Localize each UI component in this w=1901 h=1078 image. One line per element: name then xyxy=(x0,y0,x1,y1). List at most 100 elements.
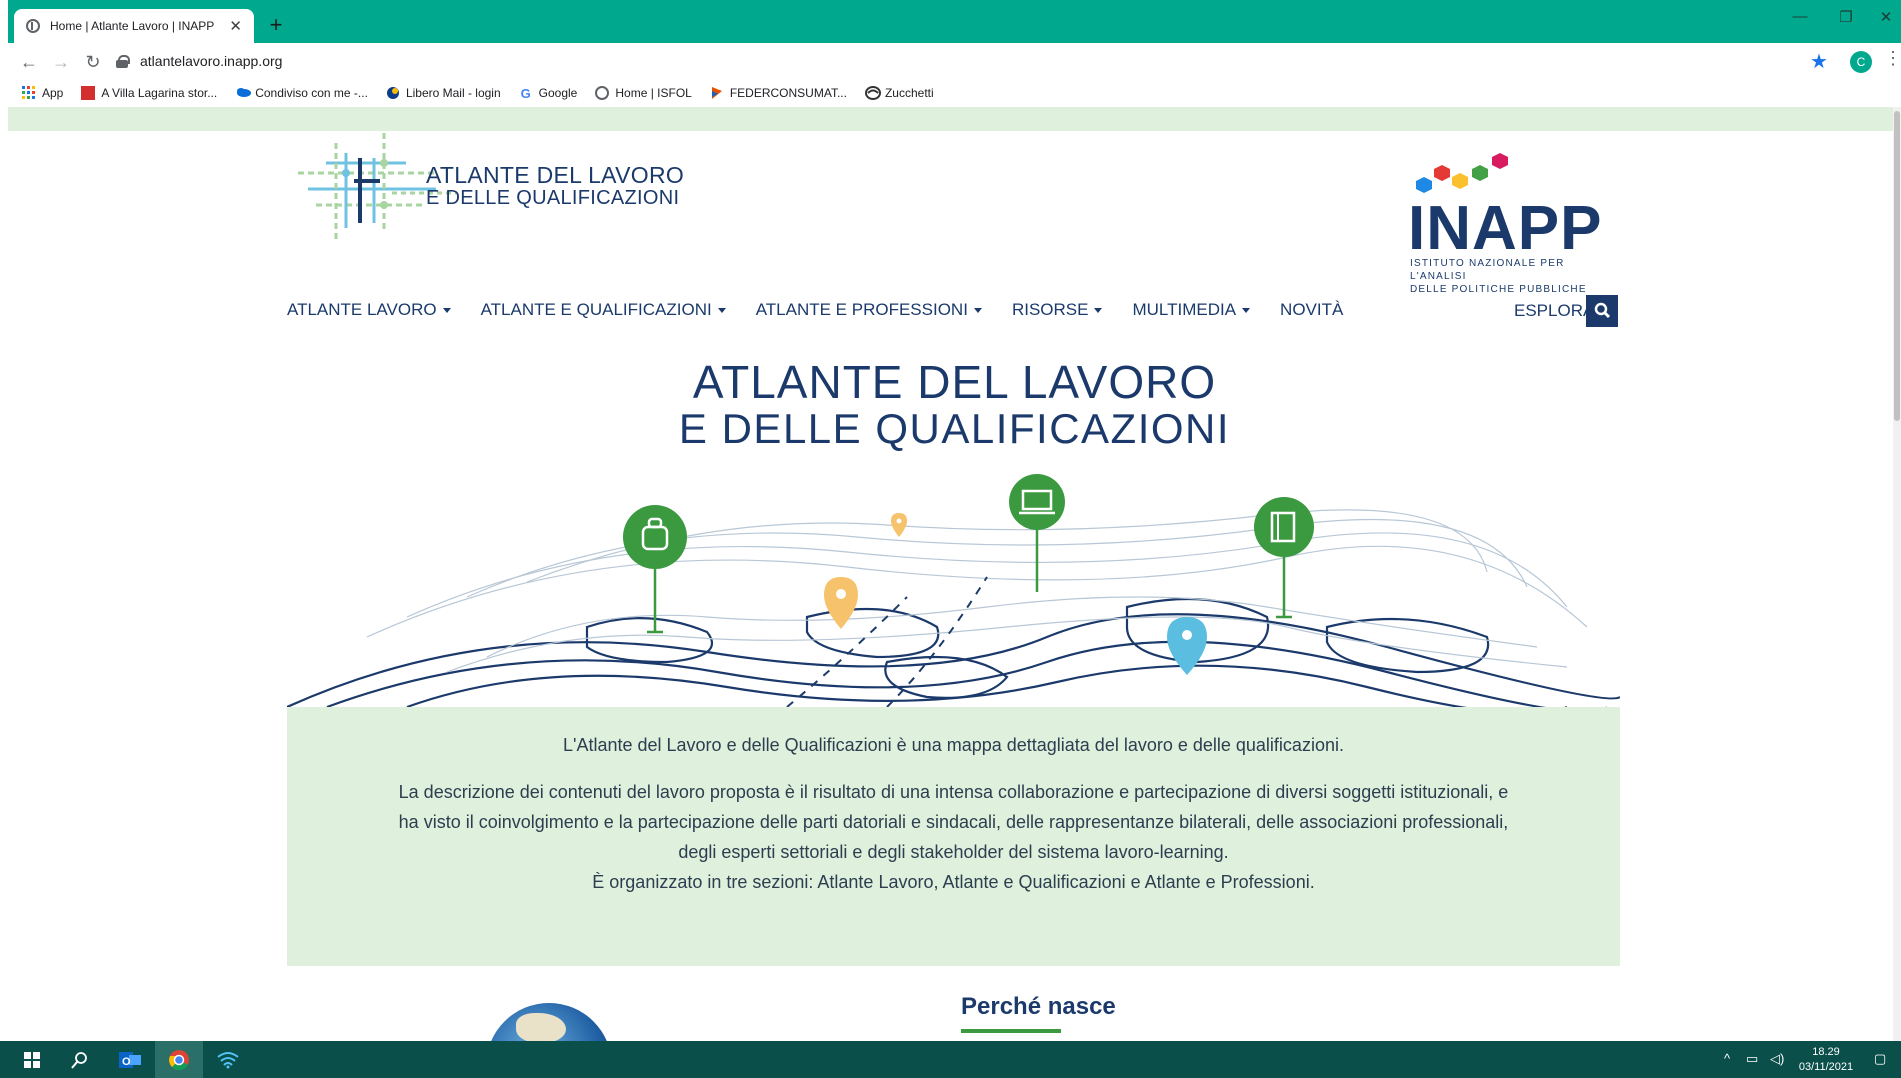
browser-toolbar: ← → ↻ atlantelavoro.inapp.org ★ C ⋮ xyxy=(0,43,1901,79)
back-arrow-icon[interactable]: ← xyxy=(16,49,42,75)
nav-risorse[interactable]: RISORSE xyxy=(1012,300,1103,320)
scrollbar-thumb[interactable] xyxy=(1894,111,1900,421)
windows-logo-icon xyxy=(24,1051,40,1068)
reload-icon[interactable]: ↻ xyxy=(80,49,106,75)
intro-paragraph-2: La descrizione dei contenuti del lavoro … xyxy=(398,782,1509,862)
clock-date: 03/11/2021 xyxy=(1798,1061,1854,1073)
page-viewport: ATLANTE DEL LAVORO E DELLE QUALIFICAZION… xyxy=(8,107,1901,1041)
nav-atlante-professioni[interactable]: ATLANTE E PROFESSIONI xyxy=(756,300,982,320)
search-icon xyxy=(71,1051,87,1069)
bookmark-star-icon[interactable]: ★ xyxy=(1810,49,1828,74)
map-pin-book xyxy=(1254,497,1314,619)
apps-grid-icon xyxy=(22,86,36,100)
logo-title-line1: ATLANTE DEL LAVORO xyxy=(426,162,685,188)
bookmark-google[interactable]: G Google xyxy=(519,86,578,101)
nav-label: ATLANTE E PROFESSIONI xyxy=(755,300,968,319)
onedrive-cloud-icon xyxy=(235,86,252,100)
zucchetti-icon xyxy=(864,86,881,100)
nav-label: MULTIMEDIA xyxy=(1132,300,1237,319)
bookmark-label: App xyxy=(42,86,64,100)
window-close-icon[interactable]: ✕ xyxy=(1866,8,1901,26)
address-bar[interactable]: atlantelavoro.inapp.org xyxy=(116,47,1816,75)
network-icon[interactable]: ▭ xyxy=(1746,1051,1758,1067)
notifications-icon[interactable]: ▢ xyxy=(1874,1051,1886,1067)
wifi-icon xyxy=(217,1051,239,1068)
bookmark-label: FEDERCONSUMAT... xyxy=(729,86,847,100)
forward-arrow-icon[interactable]: → xyxy=(48,49,74,75)
libero-icon xyxy=(386,86,400,100)
nav-label: RISORSE xyxy=(1011,300,1089,319)
tabstrip-edge xyxy=(0,0,8,43)
taskbar-wifi[interactable] xyxy=(204,1041,252,1078)
search-icon xyxy=(1594,302,1611,319)
map-pin-orange xyxy=(824,577,858,629)
taskbar-clock[interactable]: 18.29 03/11/2021 xyxy=(1796,1045,1856,1075)
nav-label: NOVITÀ xyxy=(1280,300,1344,319)
bookmark-rai[interactable]: A Villa Lagarina stor... xyxy=(81,86,217,100)
menu-kebab-icon[interactable]: ⋮ xyxy=(1884,48,1901,69)
windows-taskbar: O ^ ▭ ◁) 18.29 03/11/2021 ▢ xyxy=(0,1041,1901,1078)
inapp-subtitle-line1: ISTITUTO NAZIONALE PER L'ANALISI xyxy=(1410,258,1565,282)
browser-tabstrip: Home | Atlante Lavoro | INAPP ✕ + — ❐ ✕ xyxy=(0,0,1901,43)
google-icon: G xyxy=(520,86,531,101)
url-text: atlantelavoro.inapp.org xyxy=(140,53,283,69)
main-navigation: ATLANTE LAVORO ATLANTE E QUALIFICAZIONI … xyxy=(287,300,1373,320)
bookmark-label: Home | ISFOL xyxy=(615,86,692,100)
rai-icon xyxy=(81,86,96,100)
tab-title: Home | Atlante Lavoro | INAPP xyxy=(50,19,215,33)
page-scrollbar[interactable] xyxy=(1893,107,1901,1041)
browser-tab-active[interactable]: Home | Atlante Lavoro | INAPP ✕ xyxy=(14,9,254,43)
taskbar-search-button[interactable] xyxy=(56,1041,104,1078)
federconsumatori-icon xyxy=(710,86,724,100)
logo-title-line2: E DELLE QUALIFICAZIONI xyxy=(426,187,680,209)
tab-close-icon[interactable]: ✕ xyxy=(229,17,242,35)
volume-icon[interactable]: ◁) xyxy=(1770,1051,1784,1067)
top-band xyxy=(8,107,1901,131)
hero-title-line2: E DELLE QUALIFICAZIONI xyxy=(678,405,1231,452)
intro-panel: L'Atlante del Lavoro e delle Qualificazi… xyxy=(287,707,1620,966)
bookmark-libero[interactable]: Libero Mail - login xyxy=(386,86,501,100)
nav-label: ATLANTE LAVORO xyxy=(287,300,437,319)
svg-text:O: O xyxy=(122,1056,131,1068)
search-button[interactable] xyxy=(1586,295,1618,327)
caret-down-icon xyxy=(717,308,726,314)
map-pin-backpack xyxy=(623,505,687,634)
outlook-icon: O xyxy=(119,1051,141,1068)
nav-multimedia[interactable]: MULTIMEDIA xyxy=(1132,300,1251,320)
bookmark-label: Zucchetti xyxy=(884,86,934,100)
bookmark-label: Condiviso con me -... xyxy=(255,86,368,100)
tray-chevron-up-icon[interactable]: ^ xyxy=(1724,1051,1730,1066)
bookmark-zucchetti[interactable]: Zucchetti xyxy=(864,86,934,100)
taskbar-outlook[interactable]: O xyxy=(106,1041,154,1078)
caret-down-icon xyxy=(1242,308,1251,314)
esplora-label[interactable]: ESPLORA xyxy=(1514,301,1594,321)
map-pin-orange-small xyxy=(891,513,907,537)
map-pin-laptop xyxy=(1009,474,1065,592)
globe-icon xyxy=(26,19,40,33)
intro-paragraph-3: È organizzato in tre sezioni: Atlante La… xyxy=(592,872,1315,892)
bookmark-isfol[interactable]: Home | ISFOL xyxy=(595,86,692,100)
windows-start-button[interactable] xyxy=(8,1041,56,1078)
nav-atlante-qualificazioni[interactable]: ATLANTE E QUALIFICAZIONI xyxy=(481,300,726,320)
caret-down-icon xyxy=(1094,308,1103,314)
minimize-icon[interactable]: — xyxy=(1780,8,1820,25)
bookmark-label: A Villa Lagarina stor... xyxy=(101,86,218,100)
chrome-icon xyxy=(169,1049,189,1070)
bookmark-app[interactable]: App xyxy=(22,86,63,100)
restore-icon[interactable]: ❐ xyxy=(1826,8,1866,26)
nav-novita[interactable]: NOVITÀ xyxy=(1280,300,1343,320)
bookmark-federconsumatori[interactable]: FEDERCONSUMAT... xyxy=(710,86,847,100)
bookmark-onedrive[interactable]: Condiviso con me -... xyxy=(235,86,368,100)
bookmark-label: Libero Mail - login xyxy=(405,86,501,100)
earth-globe-image xyxy=(486,1003,612,1041)
hero-title-line1: ATLANTE DEL LAVORO xyxy=(692,356,1217,408)
inapp-wordmark: INAPP xyxy=(1408,194,1603,263)
nav-label: ATLANTE E QUALIFICAZIONI xyxy=(480,300,712,319)
nav-atlante-lavoro[interactable]: ATLANTE LAVORO xyxy=(287,300,451,320)
taskbar-chrome[interactable] xyxy=(155,1041,203,1078)
new-tab-button[interactable]: + xyxy=(262,11,290,39)
profile-avatar[interactable]: C xyxy=(1850,51,1872,73)
bookmark-label: Google xyxy=(538,86,578,100)
clock-time: 18.29 xyxy=(1812,1046,1840,1058)
section-heading-perche-nasce: Perché nasce xyxy=(961,993,1116,1020)
